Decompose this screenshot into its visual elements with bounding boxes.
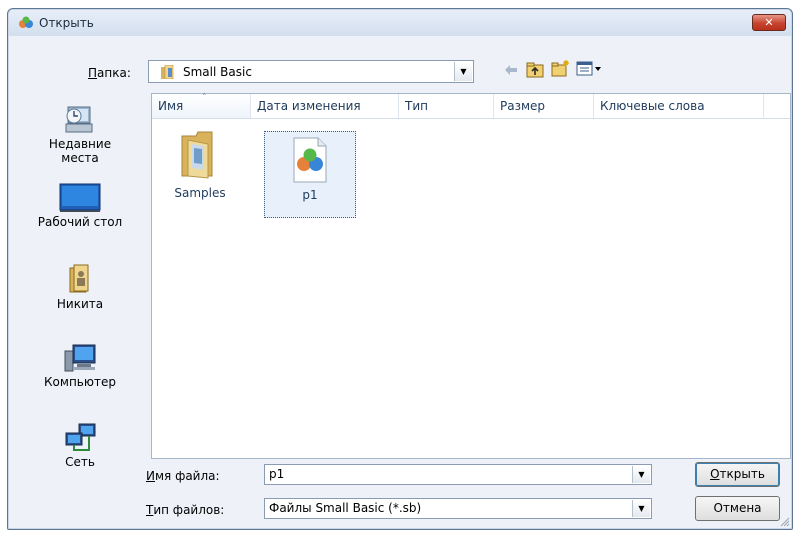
- place-user[interactable]: Никита: [16, 263, 144, 311]
- file-item-samples[interactable]: Samples: [160, 130, 240, 214]
- place-label: Сеть: [65, 455, 95, 469]
- open-dialog: Открыть ✕ Папка: Small Basic ▼ Недавние …: [7, 8, 793, 530]
- title-bar[interactable]: Открыть ✕: [9, 10, 791, 36]
- chevron-down-icon: ▼: [460, 67, 467, 76]
- folder-value: Small Basic: [183, 65, 252, 79]
- filetype-label: Тип файлов:: [146, 503, 225, 517]
- up-folder-icon[interactable]: [526, 61, 544, 78]
- place-network[interactable]: Сеть: [16, 423, 144, 469]
- open-button[interactable]: Открыть: [695, 462, 780, 487]
- small-basic-app-icon: [19, 16, 33, 28]
- filename-input[interactable]: p1 ▼: [264, 464, 652, 485]
- filename-dropdown-button[interactable]: ▼: [632, 466, 650, 483]
- folder-dropdown-button[interactable]: ▼: [454, 62, 472, 81]
- user-folder-icon: [69, 264, 89, 293]
- chevron-down-icon: ▼: [638, 470, 645, 479]
- close-button[interactable]: ✕: [752, 14, 786, 31]
- place-label: Рабочий стол: [37, 215, 123, 229]
- column-keywords[interactable]: Ключевые слова: [594, 94, 764, 118]
- network-icon: [65, 423, 96, 451]
- folder-icon: [161, 65, 174, 79]
- place-label: Компьютер: [44, 375, 116, 389]
- column-type[interactable]: Тип: [399, 94, 494, 118]
- folder-icon: [181, 131, 213, 179]
- resize-grip-icon[interactable]: [778, 515, 790, 527]
- filetype-dropdown-button[interactable]: ▼: [632, 500, 650, 517]
- cancel-button[interactable]: Отмена: [695, 496, 780, 521]
- small-basic-file-icon: [293, 137, 327, 183]
- recent-places-icon: [65, 106, 93, 133]
- view-menu-icon[interactable]: [576, 61, 602, 76]
- column-size[interactable]: Размер: [494, 94, 594, 118]
- new-folder-icon[interactable]: [551, 59, 571, 78]
- chevron-down-icon: ▼: [638, 504, 645, 513]
- column-name[interactable]: Имя ˄: [152, 93, 251, 118]
- column-header: Имя ˄ Дата изменения Тип Размер Ключевые…: [152, 93, 790, 119]
- place-label: Недавние места: [48, 137, 112, 165]
- file-list[interactable]: Имя ˄ Дата изменения Тип Размер Ключевые…: [151, 93, 791, 459]
- computer-icon: [64, 344, 96, 372]
- place-computer[interactable]: Компьютер: [16, 343, 144, 389]
- file-name: p1: [302, 188, 318, 202]
- column-date-modified[interactable]: Дата изменения: [251, 94, 399, 118]
- window-title: Открыть: [39, 16, 94, 30]
- filetype-select[interactable]: Файлы Small Basic (*.sb) ▼: [264, 498, 652, 519]
- close-icon: ✕: [764, 16, 774, 29]
- desktop-icon: [59, 183, 101, 212]
- file-item-p1[interactable]: p1: [264, 131, 356, 218]
- folder-label: Папка:: [88, 66, 131, 80]
- file-name: Samples: [174, 186, 226, 200]
- place-recent[interactable]: Недавние места: [16, 103, 144, 165]
- sort-ascending-icon: ˄: [202, 93, 207, 103]
- place-label: Никита: [56, 297, 104, 311]
- place-desktop[interactable]: Рабочий стол: [16, 183, 144, 229]
- filetype-value: Файлы Small Basic (*.sb): [269, 501, 422, 515]
- back-arrow-icon[interactable]: [503, 63, 519, 77]
- folder-select[interactable]: Small Basic ▼: [148, 60, 474, 83]
- places-bar: Недавние места Рабочий стол Никита Компь…: [16, 95, 144, 490]
- filename-value: p1: [269, 467, 285, 481]
- filename-label: Имя файла:: [146, 469, 220, 483]
